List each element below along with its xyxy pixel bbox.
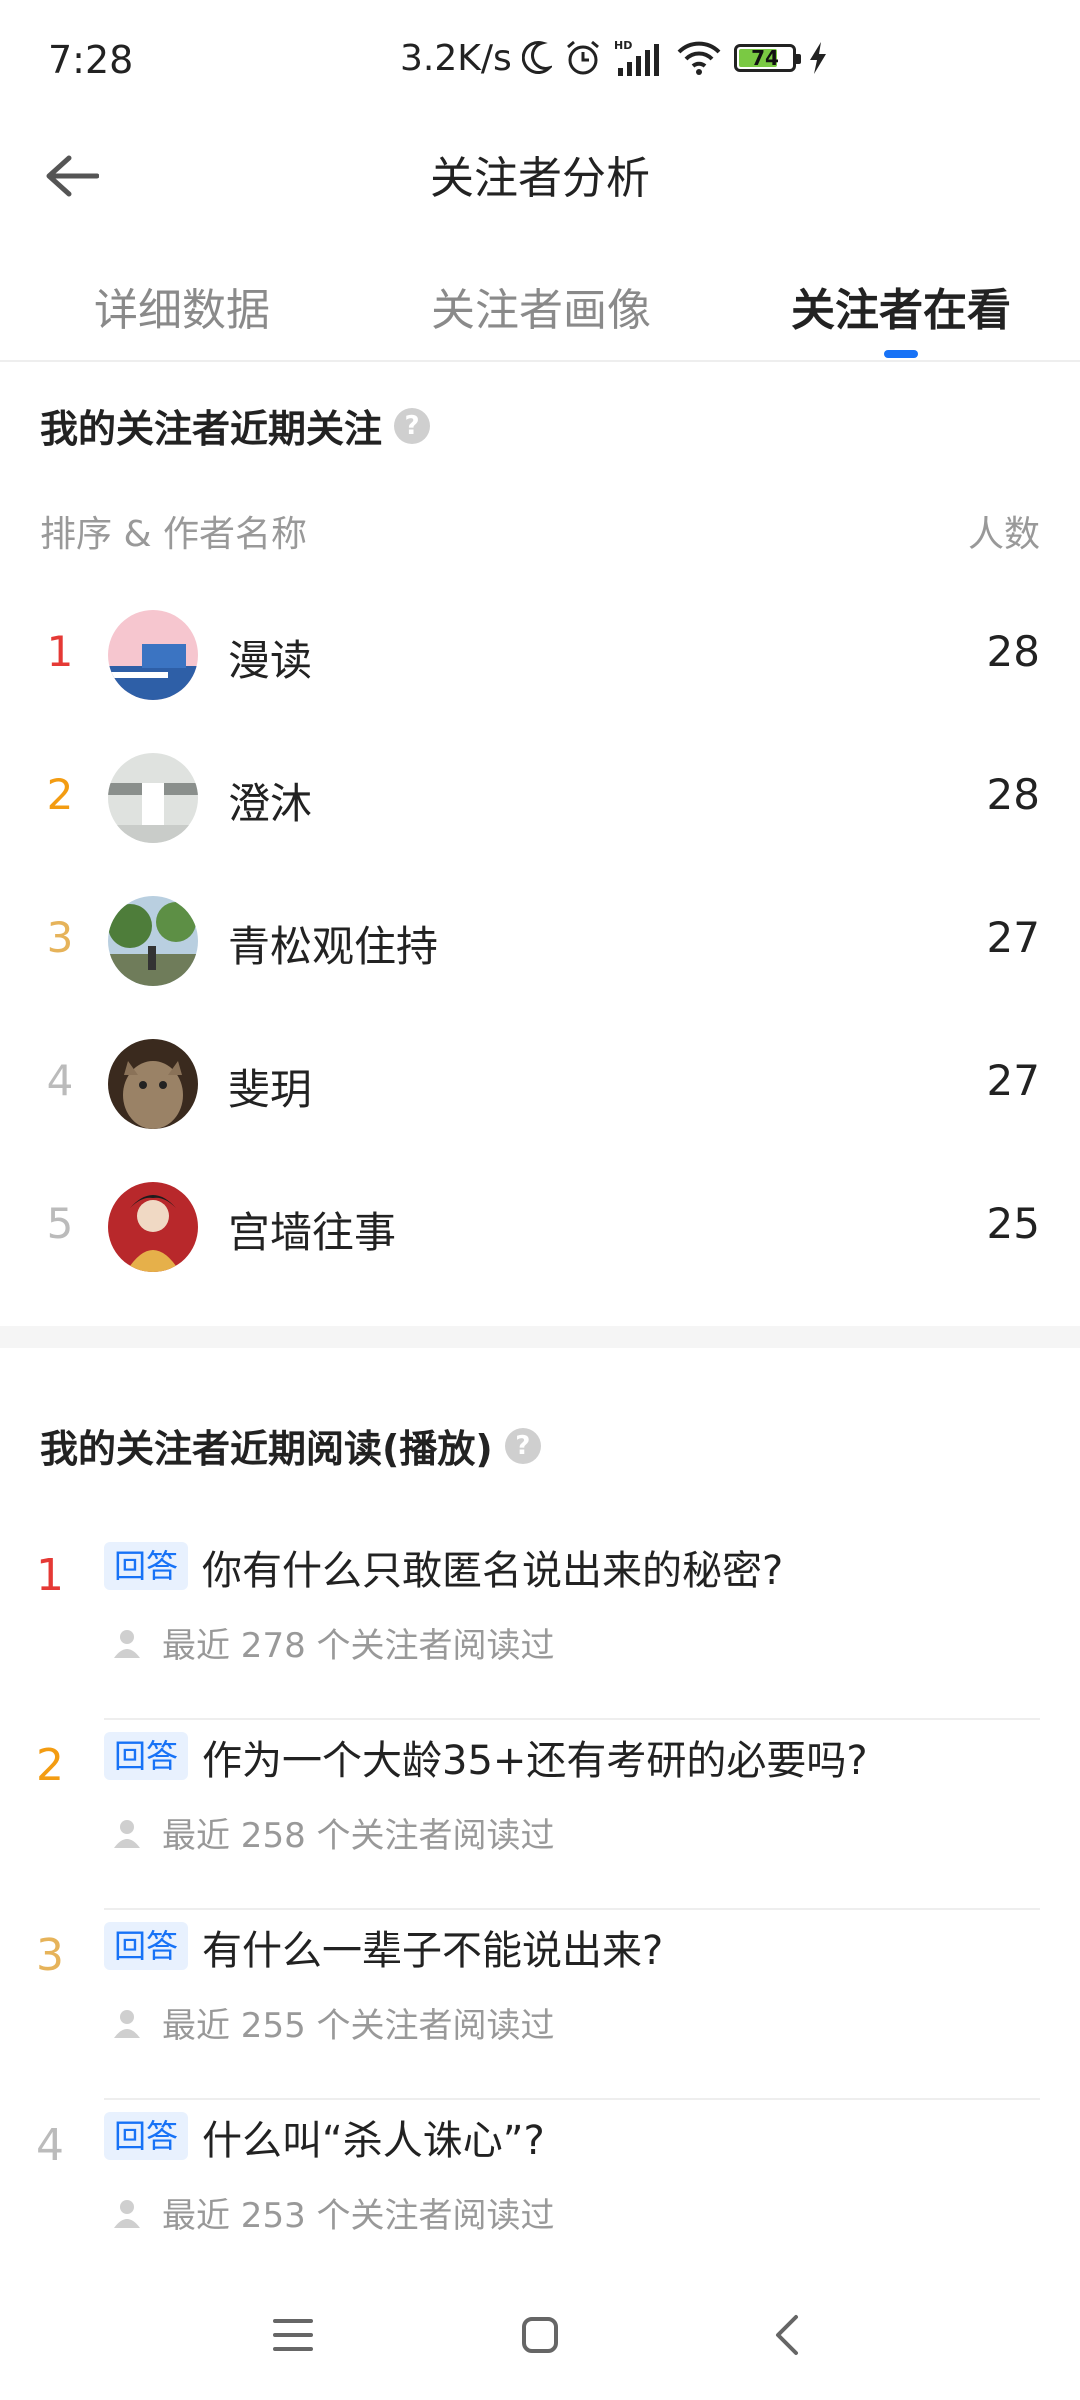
user-icon	[114, 2199, 140, 2228]
avatar	[108, 1039, 198, 1129]
author-name: 漫读	[228, 636, 313, 685]
active-tab-indicator	[884, 350, 918, 358]
avatar	[108, 610, 198, 700]
wifi-icon	[677, 41, 721, 75]
user-icon	[114, 2009, 140, 2038]
menu-icon	[273, 2319, 313, 2351]
answer-tag: 回答	[104, 1542, 189, 1590]
rank-number: 2	[36, 1740, 64, 1791]
author-row[interactable]: 1 漫读 28	[0, 585, 1080, 725]
section-title-recent-follows: 我的关注者近期关注 ?	[40, 398, 431, 453]
read-count-meta: 最近 255 个关注者阅读过	[112, 1998, 555, 2047]
help-icon[interactable]: ?	[394, 407, 431, 444]
read-count-text: 最近 278 个关注者阅读过	[162, 1626, 555, 1666]
read-count-text: 最近 253 个关注者阅读过	[162, 2196, 555, 2236]
back-nav-button[interactable]	[752, 2300, 822, 2370]
section-title-text: 我的关注者近期关注	[40, 407, 383, 451]
battery-level: 74	[751, 46, 779, 70]
avatar	[108, 896, 198, 986]
tab-follower-profile[interactable]: 关注者画像	[431, 274, 651, 338]
rank-number: 4	[46, 1056, 74, 1105]
rank-number: 5	[46, 1199, 74, 1248]
follower-count: 25	[986, 1199, 1040, 1248]
follower-count: 27	[986, 1056, 1040, 1105]
rank-number: 2	[46, 770, 74, 819]
author-name: 青松观住持	[228, 922, 439, 971]
list-item[interactable]: 3 回答 有什么一辈子不能说出来? 最近 255 个关注者阅读过	[0, 1910, 1080, 2100]
menu-button[interactable]	[258, 2300, 328, 2370]
system-nav-bar	[0, 2270, 1080, 2400]
tab-follower-watching[interactable]: 关注者在看	[791, 274, 1011, 338]
status-icons: HD 74	[522, 38, 828, 78]
read-count-text: 最近 258 个关注者阅读过	[162, 1816, 555, 1856]
rank-number: 4	[36, 2120, 64, 2171]
status-time: 7:28	[48, 38, 134, 82]
back-chevron-icon	[776, 2315, 798, 2355]
author-name: 宫墙往事	[228, 1208, 397, 1257]
hd-signal-icon: HD	[614, 39, 659, 76]
section-title-recent-reads: 我的关注者近期阅读(播放) ?	[40, 1418, 541, 1473]
section-title-text: 我的关注者近期阅读(播放)	[40, 1427, 493, 1471]
question-title: 作为一个大龄35+还有考研的必要吗?	[202, 1738, 868, 1784]
section-divider	[0, 1326, 1080, 1348]
help-icon[interactable]: ?	[504, 1427, 541, 1464]
page-title: 关注者分析	[430, 153, 650, 204]
moon-icon	[522, 41, 552, 75]
author-row[interactable]: 4 斐玥 27	[0, 1014, 1080, 1154]
rank-number: 3	[36, 1930, 64, 1981]
rank-number: 1	[36, 1550, 64, 1601]
tab-bar: 详细数据 关注者画像 关注者在看	[0, 250, 1080, 362]
follower-count: 27	[986, 913, 1040, 962]
network-speed: 3.2K/s	[400, 38, 512, 79]
home-square-icon	[522, 2317, 558, 2353]
app-header: 关注者分析	[0, 120, 1080, 230]
author-row[interactable]: 2 澄沐 28	[0, 728, 1080, 868]
home-button[interactable]	[505, 2300, 575, 2370]
read-count-meta: 最近 258 个关注者阅读过	[112, 1808, 555, 1857]
tab-detail-data[interactable]: 详细数据	[94, 274, 270, 338]
column-header-rank-name: 排序 & 作者名称	[40, 514, 307, 555]
read-count-meta: 最近 278 个关注者阅读过	[112, 1618, 555, 1667]
rank-number: 3	[46, 913, 74, 962]
list-item[interactable]: 2 回答 作为一个大龄35+还有考研的必要吗? 最近 258 个关注者阅读过	[0, 1720, 1080, 1910]
column-header-count: 人数	[967, 514, 1040, 555]
list-item[interactable]: 4 回答 什么叫“杀人诛心”? 最近 253 个关注者阅读过	[0, 2100, 1080, 2290]
author-row[interactable]: 5 宫墙往事 25	[0, 1157, 1080, 1297]
status-bar: 7:28 3.2K/s HD 74	[0, 0, 1080, 120]
author-name: 澄沐	[228, 779, 313, 828]
avatar	[108, 753, 198, 843]
alarm-icon	[567, 40, 599, 75]
charging-bolt-icon	[810, 42, 826, 74]
user-icon	[114, 1629, 140, 1658]
answer-tag: 回答	[104, 2112, 189, 2160]
avatar	[108, 1182, 198, 1272]
answer-tag: 回答	[104, 1732, 189, 1780]
user-icon	[114, 1819, 140, 1848]
svg-text:HD: HD	[614, 39, 632, 52]
follower-count: 28	[986, 627, 1040, 676]
follower-count: 28	[986, 770, 1040, 819]
read-count-meta: 最近 253 个关注者阅读过	[112, 2188, 555, 2237]
author-name: 斐玥	[228, 1065, 313, 1114]
list-item[interactable]: 1 回答 你有什么只敢匿名说出来的秘密? 最近 278 个关注者阅读过	[0, 1530, 1080, 1720]
question-title: 有什么一辈子不能说出来?	[202, 1928, 664, 1974]
read-count-text: 最近 255 个关注者阅读过	[162, 2006, 555, 2046]
question-title: 什么叫“杀人诛心”?	[202, 2118, 545, 2164]
battery-icon: 74	[734, 44, 801, 72]
answer-tag: 回答	[104, 1922, 189, 1970]
rank-number: 1	[46, 627, 74, 676]
question-title: 你有什么只敢匿名说出来的秘密?	[202, 1548, 784, 1594]
author-row[interactable]: 3 青松观住持 27	[0, 871, 1080, 1011]
